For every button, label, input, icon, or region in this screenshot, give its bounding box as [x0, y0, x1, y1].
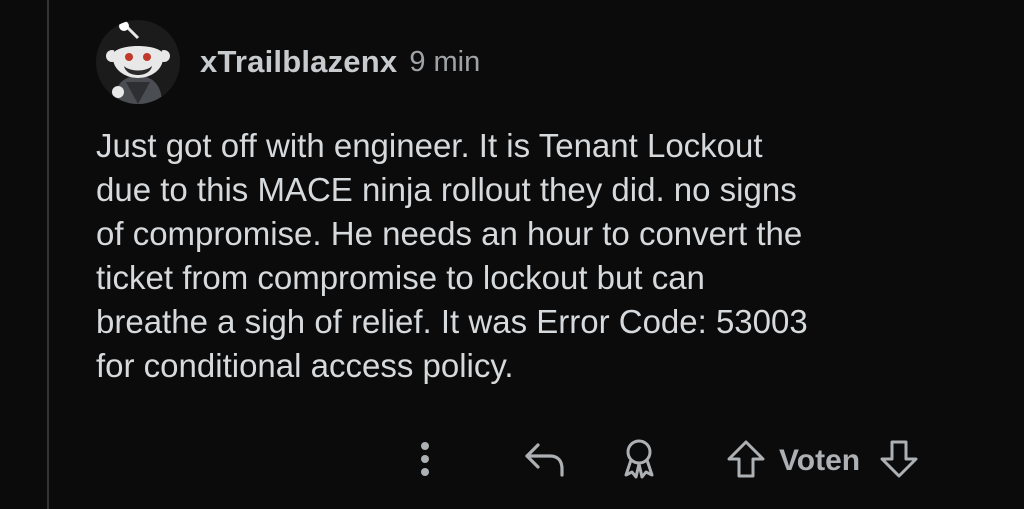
downvote-button[interactable] — [874, 438, 924, 485]
upvote-arrow-icon — [725, 438, 767, 485]
comment-header: xTrailblazenx 9 min — [96, 14, 480, 110]
comment-body: Just got off with engineer. It is Tenant… — [96, 127, 808, 384]
timestamp: 9 min — [409, 45, 481, 78]
downvote-arrow-icon — [878, 438, 920, 485]
username[interactable]: xTrailblazenx — [200, 44, 397, 80]
avatar[interactable] — [96, 20, 180, 104]
comment-actions: Voten — [400, 436, 924, 486]
more-vertical-icon — [419, 439, 431, 484]
vote-count: Voten — [779, 444, 861, 477]
reply-button[interactable] — [517, 439, 573, 484]
reply-arrow-icon — [522, 439, 568, 484]
upvote-button[interactable] — [721, 438, 771, 485]
more-options-button[interactable] — [405, 439, 445, 484]
award-button[interactable] — [611, 437, 667, 486]
comment: xTrailblazenx 9 min Just got off with en… — [0, 0, 1024, 509]
award-icon — [617, 437, 661, 486]
